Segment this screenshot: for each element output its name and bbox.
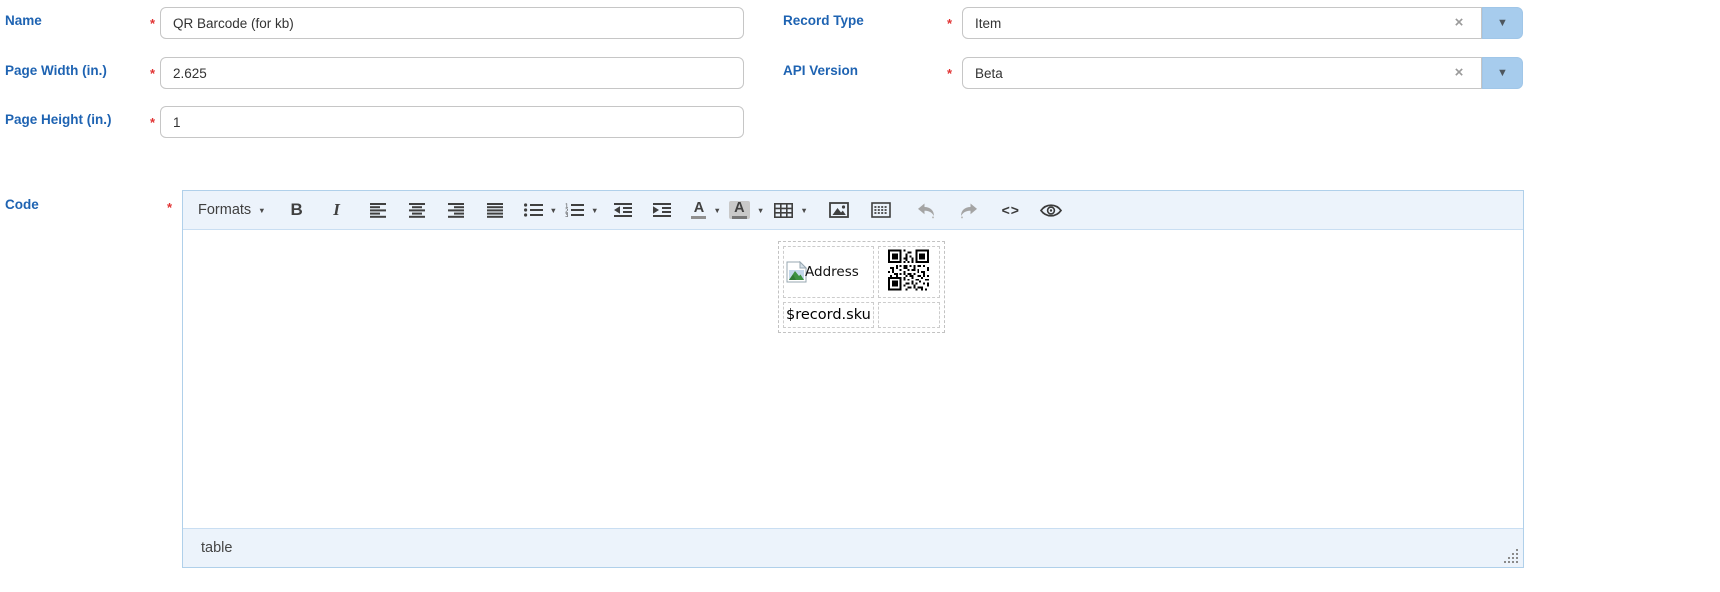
preview-eye-icon <box>1039 203 1062 217</box>
insert-image-button[interactable] <box>826 196 852 224</box>
align-justify-button[interactable] <box>483 196 509 224</box>
record-type-combo: × ▼ <box>962 7 1523 39</box>
outdent-icon <box>613 203 632 217</box>
align-right-icon <box>448 202 465 218</box>
record-type-dropdown-button[interactable]: ▼ <box>1482 7 1523 39</box>
chevron-down-icon: ▼ <box>549 205 558 215</box>
address-image-cell[interactable]: Address <box>783 246 874 298</box>
api-version-input[interactable] <box>962 57 1482 89</box>
preview-button[interactable] <box>1038 196 1064 224</box>
align-justify-icon <box>487 202 504 218</box>
name-input[interactable] <box>160 7 744 39</box>
chevron-down-icon: ▼ <box>713 205 721 215</box>
qr-code-cell[interactable] <box>877 246 940 298</box>
source-code-button[interactable]: <> <box>998 196 1024 224</box>
bullet-list-button[interactable]: ▼ <box>523 196 558 224</box>
resize-handle[interactable] <box>1504 549 1519 564</box>
undo-button[interactable] <box>914 196 940 224</box>
chevron-down-icon: ▼ <box>258 205 266 215</box>
align-center-icon <box>409 202 426 218</box>
chevron-down-icon: ▼ <box>1497 17 1508 29</box>
qr-code-image <box>888 249 930 291</box>
undo-icon <box>918 203 935 218</box>
bold-icon: B <box>290 200 303 219</box>
name-required-marker: * <box>150 16 156 31</box>
chevron-down-icon: ▼ <box>800 205 808 215</box>
bullet-list-icon <box>523 203 543 217</box>
outdent-button[interactable] <box>610 196 636 224</box>
background-color-icon: A <box>728 201 750 219</box>
indent-icon <box>652 203 671 217</box>
code-required-marker: * <box>167 200 173 215</box>
page-width-input[interactable] <box>160 57 744 89</box>
code-label: Code <box>5 197 39 212</box>
name-label: Name <box>5 13 42 28</box>
text-color-button[interactable]: A ▼ <box>691 196 721 224</box>
background-color-button[interactable]: A ▼ <box>728 196 765 224</box>
table-icon <box>774 202 794 218</box>
indent-button[interactable] <box>649 196 675 224</box>
api-version-label: API Version <box>783 63 859 78</box>
redo-icon <box>961 203 978 218</box>
api-version-dropdown-button[interactable]: ▼ <box>1482 57 1523 89</box>
svg-text:3: 3 <box>565 213 569 217</box>
numbered-list-icon: 1 2 3 <box>565 204 585 217</box>
record-type-label: Record Type <box>783 13 864 28</box>
merge-field-text: $record.sku <box>786 307 871 323</box>
align-right-button[interactable] <box>444 196 470 224</box>
record-type-clear-icon[interactable]: × <box>1450 14 1468 32</box>
page-height-required-marker: * <box>150 115 156 130</box>
table-button[interactable]: ▼ <box>774 196 808 224</box>
formats-label: Formats <box>198 202 252 218</box>
align-left-button[interactable] <box>366 196 392 224</box>
page-width-label: Page Width (in.) <box>5 63 107 78</box>
element-path: table <box>201 540 233 556</box>
numbered-list-button[interactable]: 1 2 3 ▼ <box>565 196 598 224</box>
api-version-combo: × ▼ <box>962 57 1523 89</box>
insert-image-icon <box>828 202 849 218</box>
page-width-required-marker: * <box>150 66 156 81</box>
broken-image-icon <box>786 261 807 283</box>
empty-cell[interactable] <box>877 302 940 328</box>
page-height-input[interactable] <box>160 106 744 138</box>
text-color-icon: A <box>691 200 707 219</box>
barcode-icon <box>870 202 891 218</box>
align-center-button[interactable] <box>405 196 431 224</box>
chevron-down-icon: ▼ <box>591 205 599 215</box>
source-code-icon: <> <box>1001 202 1020 218</box>
italic-button[interactable]: I <box>324 196 350 224</box>
record-type-input[interactable] <box>962 7 1482 39</box>
editor-toolbar: Formats ▼ B I ▼ 1 2 3 ▼ A ▼ A ▼ ▼ <> <box>183 191 1523 230</box>
barcode-button[interactable] <box>868 196 894 224</box>
label-template-table[interactable]: Address $record.sku <box>778 241 945 333</box>
italic-icon: I <box>333 200 340 219</box>
editor-content-area[interactable]: Address $record.sku <box>183 230 1523 528</box>
table-row: Address <box>783 246 940 298</box>
editor-status-bar: table <box>183 528 1523 567</box>
redo-button[interactable] <box>956 196 982 224</box>
record-type-required-marker: * <box>947 16 953 31</box>
formats-dropdown-button[interactable]: Formats ▼ <box>196 196 268 224</box>
api-version-required-marker: * <box>947 66 953 81</box>
align-left-icon <box>370 202 387 218</box>
template-form-page: Name Page Width (in.) Page Height (in.) … <box>0 0 1720 592</box>
sku-field-cell[interactable]: $record.sku <box>783 302 874 328</box>
bold-button[interactable]: B <box>284 196 310 224</box>
broken-image-alt-text: Address <box>805 264 859 280</box>
table-row: $record.sku <box>783 302 940 328</box>
api-version-clear-icon[interactable]: × <box>1450 64 1468 82</box>
page-height-label: Page Height (in.) <box>5 112 112 127</box>
chevron-down-icon: ▼ <box>1497 67 1508 79</box>
chevron-down-icon: ▼ <box>756 205 765 215</box>
code-editor: Formats ▼ B I ▼ 1 2 3 ▼ A ▼ A ▼ ▼ <> Add… <box>182 190 1524 568</box>
